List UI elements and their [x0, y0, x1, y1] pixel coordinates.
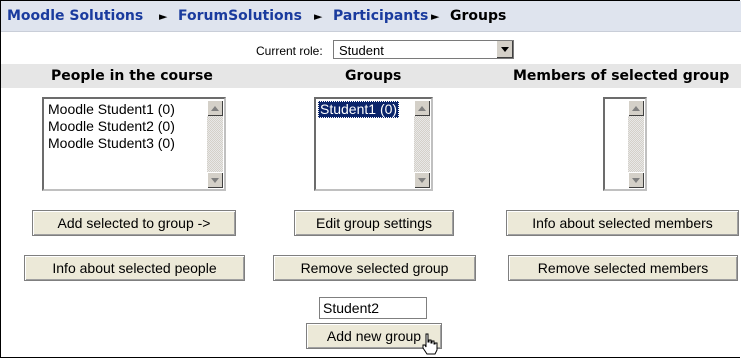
new-group-name-input[interactable]: Student2 [319, 297, 427, 319]
current-role-value: Student [339, 43, 384, 58]
list-item[interactable]: Moodle Student2 (0) [46, 118, 177, 135]
scroll-up-icon[interactable] [628, 100, 644, 116]
add-selected-to-group-button[interactable]: Add selected to group -> [32, 210, 236, 236]
groups-column-heading: Groups [345, 68, 402, 84]
breadcrumb-separator: ► [431, 10, 440, 23]
scroll-up-icon[interactable] [207, 100, 223, 116]
list-item-selected[interactable]: Student1 (0) [318, 101, 400, 118]
breadcrumb-separator: ► [314, 10, 323, 23]
breadcrumb-groups: Groups [450, 8, 507, 24]
scroll-up-icon[interactable] [414, 100, 430, 116]
info-selected-members-button[interactable]: Info about selected members [506, 210, 739, 236]
scroll-down-icon[interactable] [207, 172, 223, 188]
list-item[interactable]: Moodle Student3 (0) [46, 135, 177, 152]
scrollbar[interactable] [207, 100, 223, 188]
list-item[interactable]: Moodle Student1 (0) [46, 101, 177, 118]
scroll-down-icon[interactable] [628, 172, 644, 188]
new-group-name-value: Student2 [323, 300, 380, 316]
edit-group-settings-button[interactable]: Edit group settings [294, 210, 454, 236]
info-selected-people-button[interactable]: Info about selected people [24, 255, 245, 281]
remove-selected-group-button[interactable]: Remove selected group [273, 255, 476, 281]
breadcrumb-moodle-solutions[interactable]: Moodle Solutions [7, 8, 143, 24]
remove-selected-members-button[interactable]: Remove selected members [508, 255, 738, 281]
groups-listbox[interactable]: Student1 (0) [314, 97, 433, 191]
hand-cursor-icon [422, 333, 438, 355]
scrollbar[interactable] [628, 100, 644, 188]
breadcrumb: Moodle Solutions ► ForumSolutions ► Part… [1, 1, 741, 32]
breadcrumb-participants[interactable]: Participants [333, 8, 428, 24]
current-role-select[interactable]: Student [333, 40, 514, 59]
people-listbox[interactable]: Moodle Student1 (0) Moodle Student2 (0) … [42, 97, 226, 191]
members-column-heading: Members of selected group [513, 68, 730, 84]
people-column-heading: People in the course [51, 68, 213, 84]
scrollbar[interactable] [414, 100, 430, 188]
current-role-label: Current role: [256, 44, 323, 58]
breadcrumb-forumsolutions[interactable]: ForumSolutions [178, 8, 302, 24]
breadcrumb-separator: ► [159, 10, 168, 23]
select-arrow-icon[interactable] [496, 41, 513, 58]
members-listbox[interactable] [603, 97, 647, 191]
scroll-down-icon[interactable] [414, 172, 430, 188]
